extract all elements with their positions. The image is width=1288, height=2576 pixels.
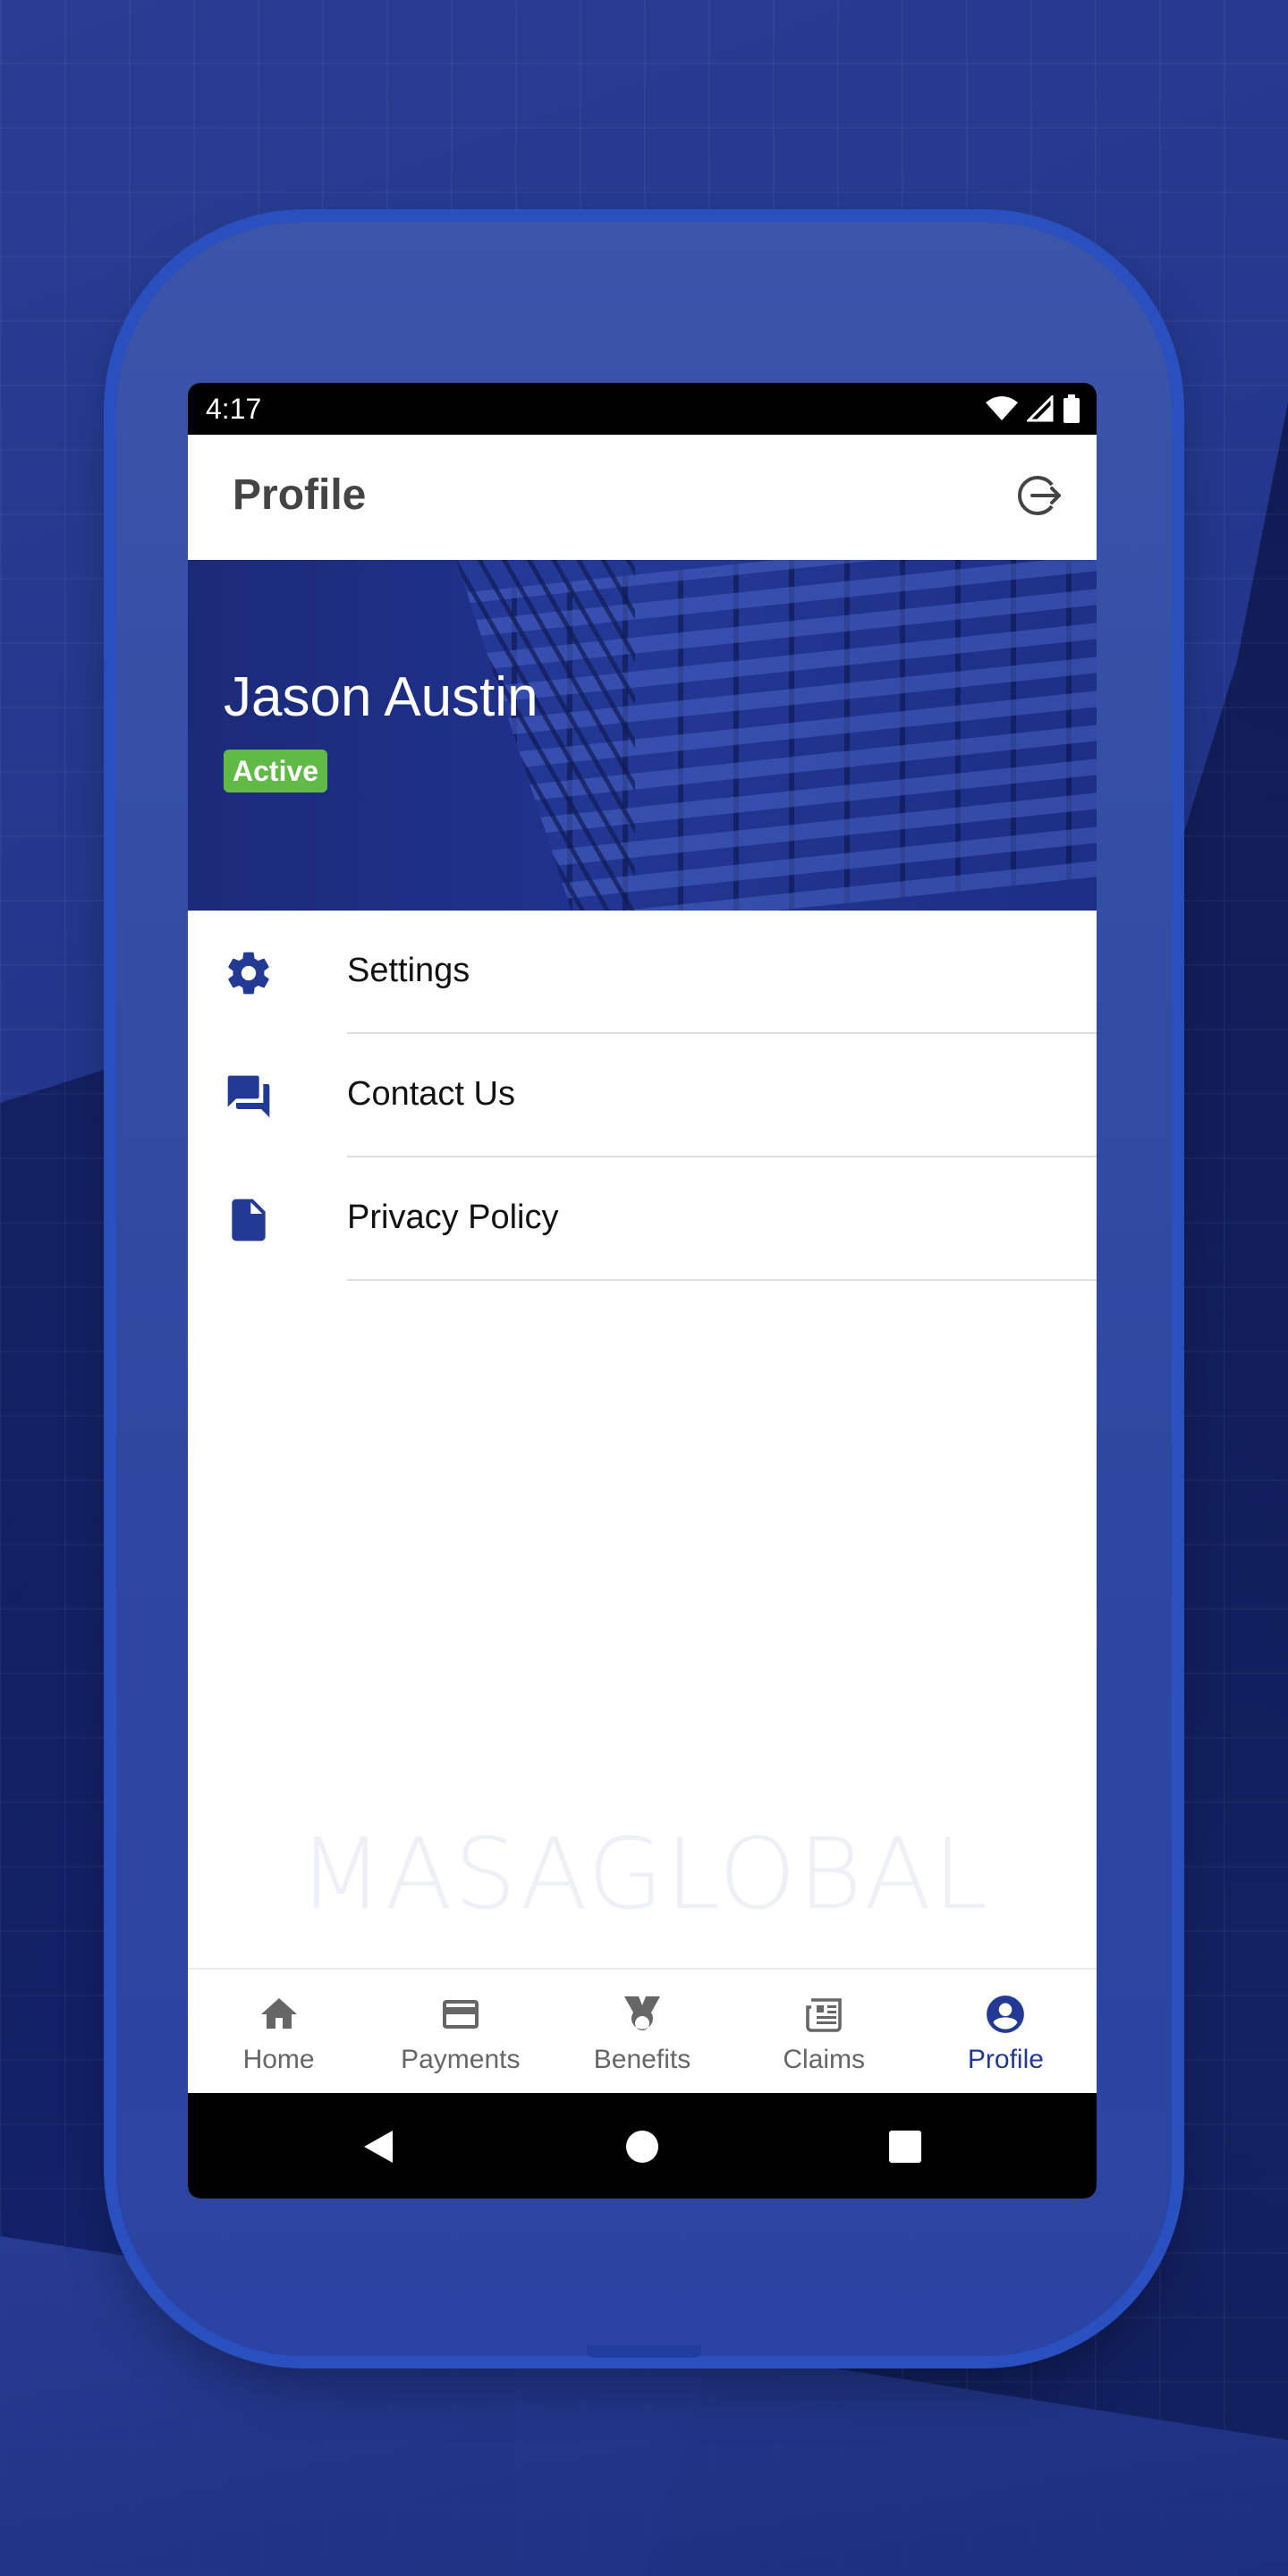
phone-side-button	[587, 2345, 701, 2358]
nav-profile[interactable]: Profile	[915, 1970, 1097, 2095]
logout-button[interactable]	[1013, 469, 1066, 522]
status-time: 4:17	[206, 393, 262, 425]
back-icon[interactable]	[360, 2129, 396, 2165]
card-icon	[437, 1993, 484, 2036]
menu-item-label: Contact Us	[347, 1075, 515, 1113]
home-circle-icon[interactable]	[624, 2129, 660, 2165]
nav-label: Claims	[783, 2045, 866, 2074]
divider	[347, 1279, 1097, 1281]
gear-icon	[224, 948, 274, 998]
menu-item-privacy-policy[interactable]: Privacy Policy	[188, 1157, 1097, 1281]
menu-item-label: Privacy Policy	[347, 1199, 559, 1236]
user-name: Jason Austin	[224, 666, 538, 728]
phone-screen: 4:17 Profile Jason Austin Active Setting…	[188, 383, 1097, 2199]
menu-item-settings[interactable]: Settings	[188, 911, 1097, 1034]
brand-watermark-logo: MASAGLOBAL	[298, 1817, 987, 1931]
header-background-image	[456, 560, 1097, 911]
bottom-navigation: Home Payments Benefits Claims Profile	[188, 1968, 1097, 2095]
logout-icon	[1018, 476, 1061, 515]
profile-menu: Settings Contact Us Privacy Policy	[188, 911, 1097, 1281]
home-icon	[256, 1993, 302, 2036]
recents-icon[interactable]	[887, 2129, 923, 2165]
nav-label: Home	[242, 2045, 315, 2074]
nav-label: Profile	[967, 2045, 1044, 2074]
account-icon	[982, 1993, 1029, 2036]
nav-home[interactable]: Home	[188, 1970, 369, 2095]
nav-benefits[interactable]: Benefits	[551, 1970, 733, 2095]
status-badge: Active	[224, 750, 328, 792]
signal-icon	[1027, 395, 1054, 422]
watermark-text: MASAGLOBAL	[298, 1817, 990, 1931]
battery-icon	[1063, 394, 1080, 423]
app-bar: Profile	[188, 435, 1097, 560]
newspaper-icon	[801, 1993, 847, 2036]
page-title: Profile	[233, 471, 367, 519]
menu-item-contact-us[interactable]: Contact Us	[188, 1034, 1097, 1157]
medal-icon	[619, 1993, 665, 2036]
chat-icon	[224, 1072, 274, 1122]
status-icons	[986, 394, 1080, 424]
menu-item-label: Settings	[347, 952, 470, 989]
nav-label: Payments	[401, 2045, 521, 2074]
system-navigation-bar	[188, 2093, 1097, 2199]
status-bar: 4:17	[188, 383, 1097, 435]
profile-header: Jason Austin Active	[188, 560, 1097, 911]
nav-payments[interactable]: Payments	[369, 1970, 551, 2095]
document-icon	[224, 1195, 274, 1245]
wifi-icon	[986, 396, 1018, 420]
nav-claims[interactable]: Claims	[733, 1970, 915, 2095]
nav-label: Benefits	[593, 2045, 691, 2074]
